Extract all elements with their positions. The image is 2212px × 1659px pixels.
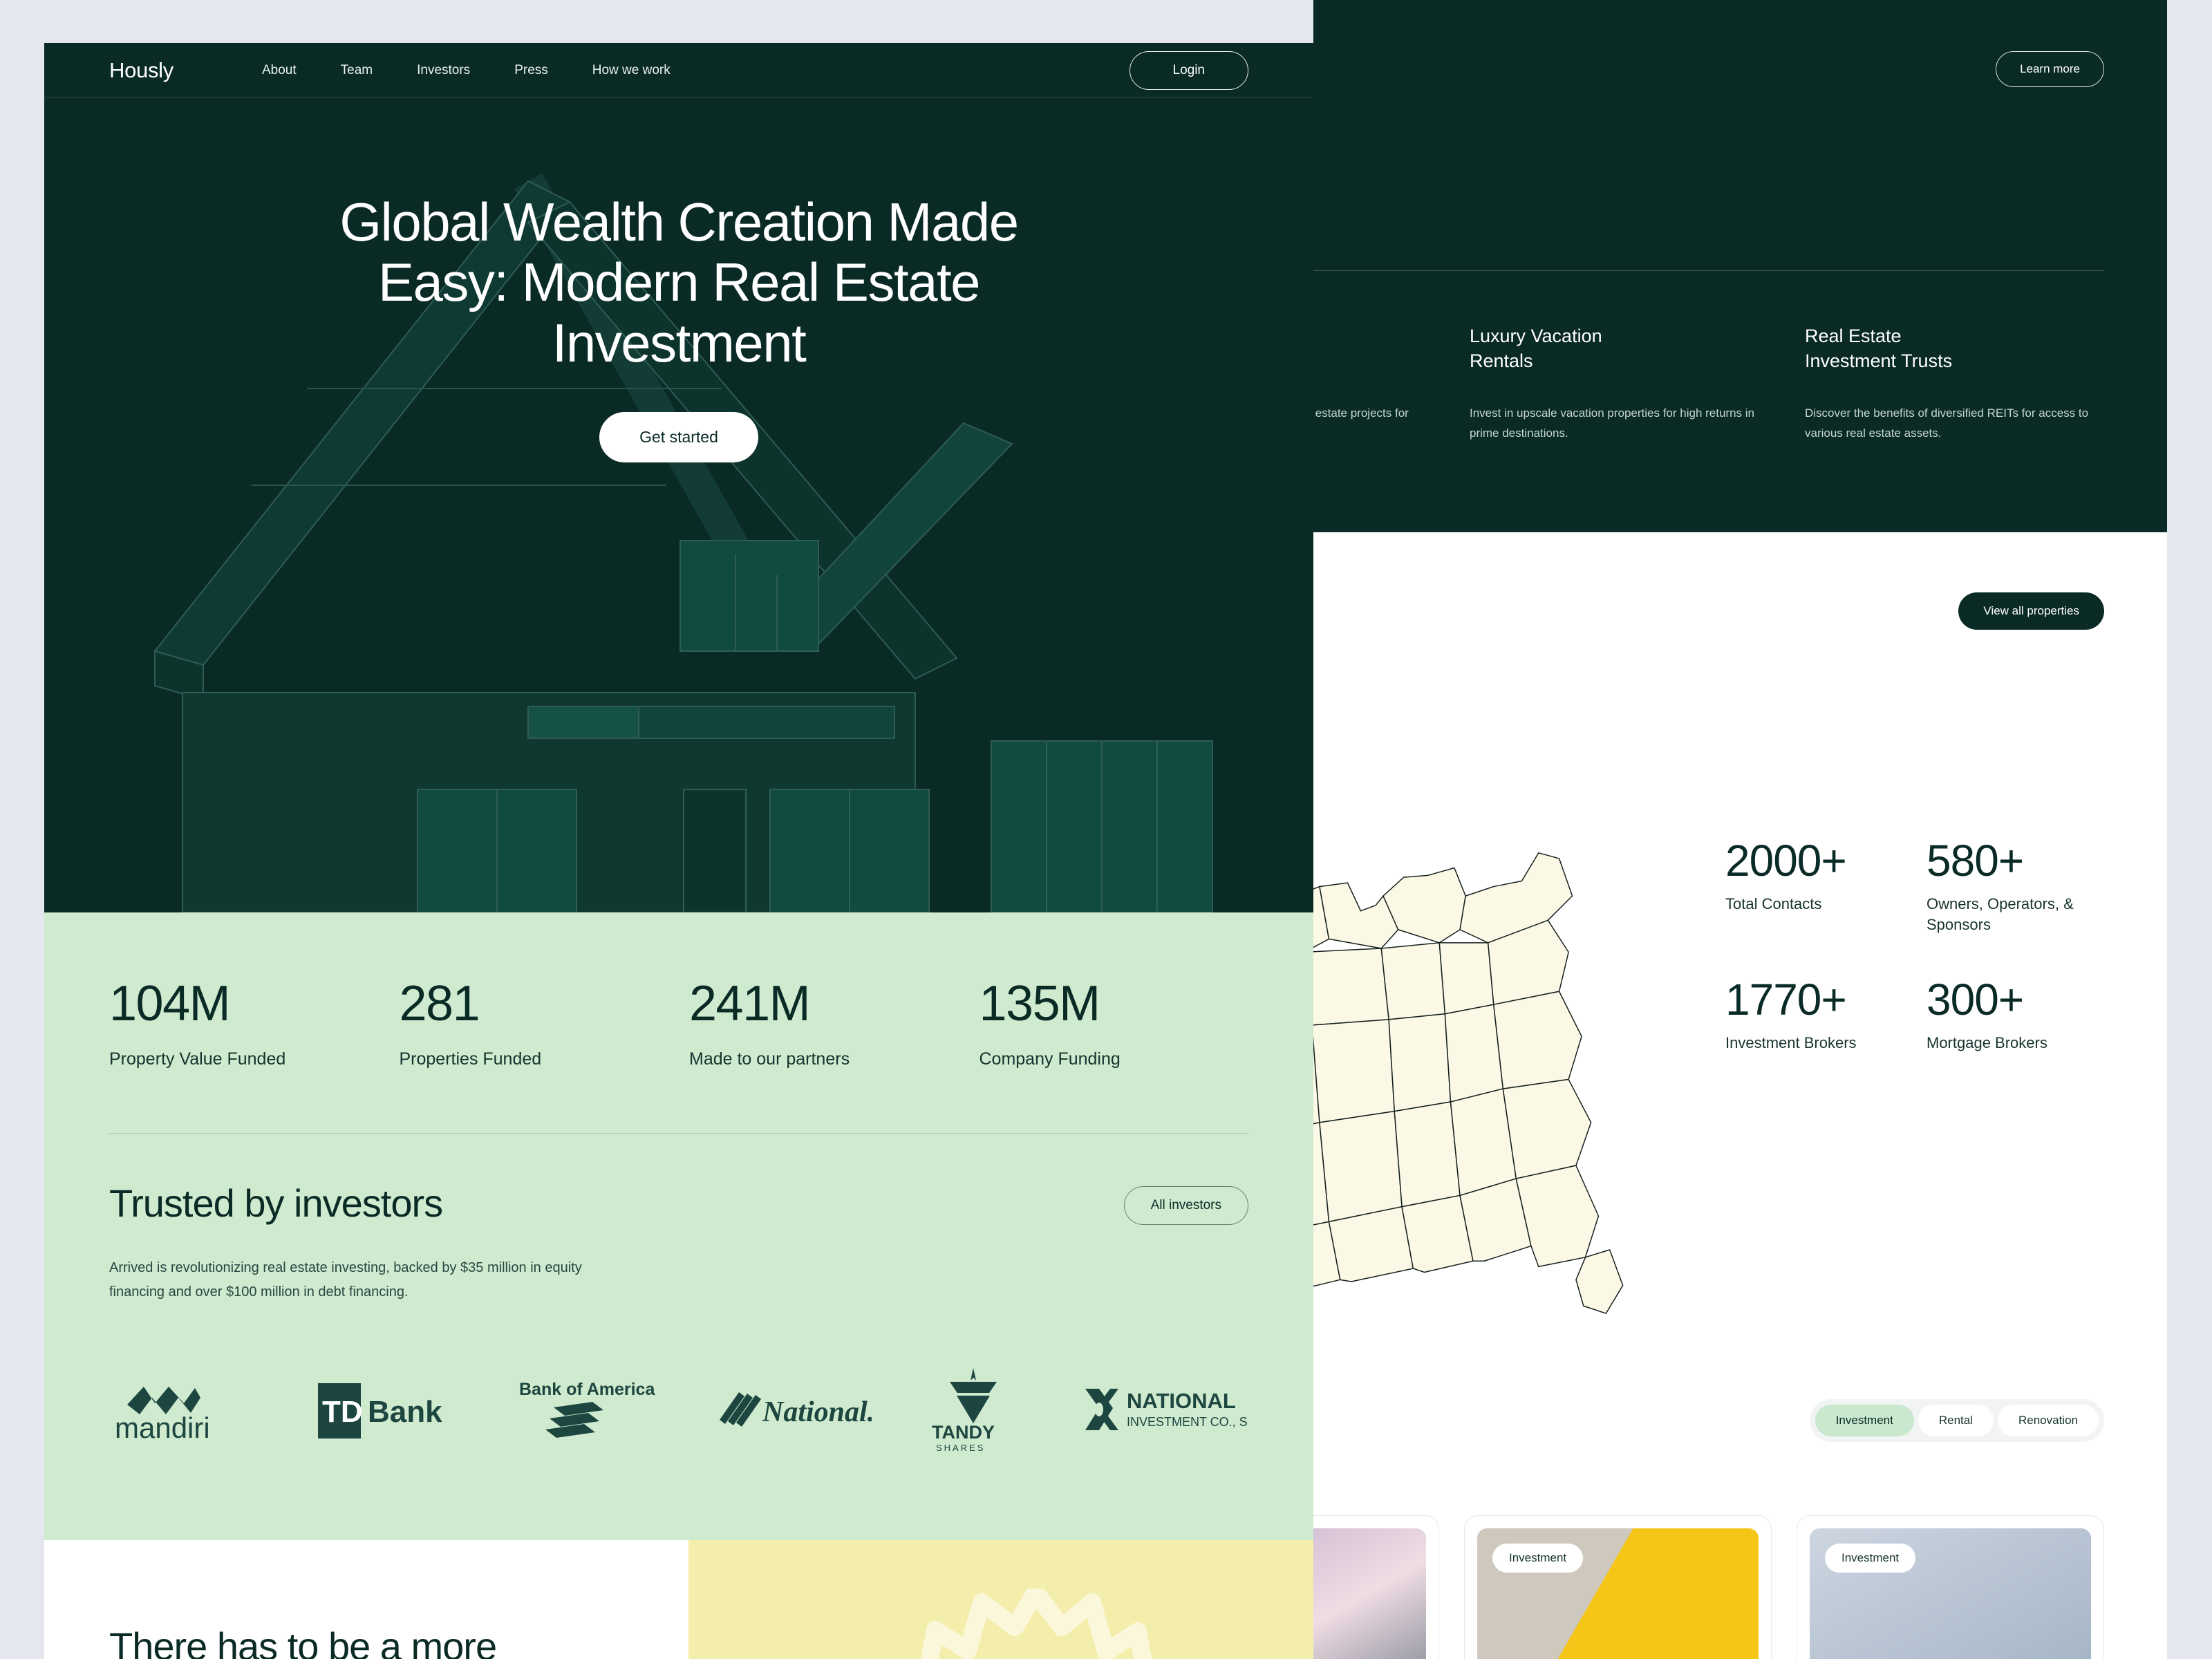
offer-card-body: Explore exclusive commercial real estate… xyxy=(1313,406,1409,420)
logo-national: National. xyxy=(715,1382,874,1441)
insights-section: ead with Valuable ent Insights Investmen… xyxy=(1313,1335,2167,1659)
trusted-description: Arrived is revolutionizing real estate i… xyxy=(109,1260,582,1300)
left-panel-window: Hously About Team Investors Press How we… xyxy=(44,43,1313,1659)
nav-item-about[interactable]: About xyxy=(262,63,297,78)
top-navigation-bar: Hously About Team Investors Press How we… xyxy=(44,43,1313,98)
bottom-left-block: There has to be a more xyxy=(44,1540,688,1659)
tab-investment[interactable]: Investment xyxy=(1815,1405,1914,1437)
nav-item-how-we-work[interactable]: How we work xyxy=(592,63,671,78)
stats-grid: 104M Property Value Funded 281 Propertie… xyxy=(109,979,1248,1069)
svg-text:Bank: Bank xyxy=(368,1395,442,1429)
stat-value: 580+ xyxy=(1927,835,2024,885)
stat-value: 281 xyxy=(399,976,480,1031)
stat-item: 2000+ Total Contacts xyxy=(1725,838,1903,935)
stat-item: 281 Properties Funded xyxy=(400,979,669,1069)
stat-value: 241M xyxy=(689,976,811,1031)
svg-text:Bank of America: Bank of America xyxy=(519,1380,655,1399)
article-card-list: Investment Top 5 Emerging Investment Unv… xyxy=(1313,1515,2104,1659)
offer-card-body: Discover the benefits of diversified REI… xyxy=(1805,406,2089,440)
bottom-section: There has to be a more xyxy=(44,1540,1313,1659)
right-panel-window: edition ent prospects. Learn more ent op… xyxy=(1313,0,2167,1659)
trusted-title: Trusted by investors xyxy=(109,1181,443,1225)
article-thumbnail: Investment xyxy=(1313,1528,1426,1659)
stat-label: Owners, Operators, & Sponsors xyxy=(1927,894,2074,933)
get-started-button[interactable]: Get started xyxy=(599,412,758,463)
svg-text:TANDY: TANDY xyxy=(932,1422,995,1443)
stat-label: Property Value Funded xyxy=(109,1049,286,1069)
svg-text:National.: National. xyxy=(762,1396,872,1428)
divider xyxy=(1313,270,2104,271)
nav-links: About Team Investors Press How we work xyxy=(262,63,671,78)
offer-card-title2: Investment Trusts xyxy=(1805,350,1953,372)
article-card[interactable]: Investment Unveiling the Top 5 Emerging xyxy=(1797,1515,2104,1659)
svg-text:TD: TD xyxy=(322,1395,363,1429)
offer-card[interactable]: Commercial Real Estate Development Explo… xyxy=(1313,324,1434,444)
stat-item: 241M Made to our partners xyxy=(689,979,959,1069)
article-badge: Investment xyxy=(1825,1544,1916,1573)
hero-heading: Global Wealth Creation Made Easy: Modern… xyxy=(339,191,1019,373)
stat-value: 104M xyxy=(109,976,231,1031)
stat-item: 135M Company Funding xyxy=(980,979,1249,1069)
stat-item: 300+ Mortgage Brokers xyxy=(1927,977,2104,1053)
bottom-heading: There has to be a more xyxy=(109,1624,497,1659)
learn-more-button[interactable]: Learn more xyxy=(1996,51,2104,87)
article-thumbnail: Investment xyxy=(1810,1528,2091,1659)
stat-label: Properties Funded xyxy=(399,1049,542,1069)
hero-section: Global Wealth Creation Made Easy: Modern… xyxy=(44,98,1313,912)
stat-label: Investment Brokers xyxy=(1725,1034,1857,1052)
tab-renovation[interactable]: Renovation xyxy=(1997,1405,2099,1437)
sunburst-icon xyxy=(920,1588,1152,1659)
stat-label: Company Funding xyxy=(979,1049,1121,1069)
right-dark-section: edition ent prospects. Learn more ent op… xyxy=(1313,0,2167,532)
stat-label: Total Contacts xyxy=(1725,894,1822,912)
stats-band: 104M Property Value Funded 281 Propertie… xyxy=(44,912,1313,1134)
stat-label: Mortgage Brokers xyxy=(1927,1034,2047,1052)
offer-card[interactable]: Real Estate Investment Trusts Discover t… xyxy=(1805,324,2104,444)
all-investors-button[interactable]: All investors xyxy=(1123,1186,1248,1225)
stat-label: Made to our partners xyxy=(689,1049,850,1069)
tab-rental[interactable]: Rental xyxy=(1918,1405,1994,1437)
trusted-by-investors-section: Trusted by investors All investors Arriv… xyxy=(44,1134,1313,1540)
svg-text:NATIONAL: NATIONAL xyxy=(1127,1389,1236,1413)
login-button[interactable]: Login xyxy=(1129,51,1248,90)
offer-card-title: Real Estate xyxy=(1805,325,1902,346)
logo-national-investment-co: NATIONAL INVESTMENT CO., S.A. xyxy=(1076,1380,1263,1443)
offer-cards: me Commercial Real Estate Development Ex… xyxy=(1313,324,2104,444)
view-all-properties-button[interactable]: View all properties xyxy=(1958,592,2104,630)
bottom-right-block xyxy=(688,1540,1313,1659)
investor-logo-row: mandiri TD Bank Bank of America National… xyxy=(109,1304,1263,1540)
stat-value: 1770+ xyxy=(1725,975,1847,1025)
stat-item: 580+ Owners, Operators, & Sponsors xyxy=(1927,838,2104,935)
svg-text:mandiri: mandiri xyxy=(115,1412,210,1443)
article-card[interactable]: Investment Unveiling the Top 5 Emerging xyxy=(1464,1515,1772,1659)
map-stats-grid: 2000+ Total Contacts 580+ Owners, Operat… xyxy=(1725,756,2104,1053)
brand-logo[interactable]: Hously xyxy=(109,58,174,83)
svg-text:SHARES: SHARES xyxy=(936,1443,985,1453)
article-card[interactable]: Investment Unveiling the Top 5 Emerging xyxy=(1313,1515,1439,1659)
stat-item: 104M Property Value Funded xyxy=(109,979,379,1069)
map-section: tify properties throughout on that exhib… xyxy=(1313,532,2167,1336)
nav-item-team[interactable]: Team xyxy=(341,63,373,78)
offer-card-title: Luxury Vacation xyxy=(1470,325,1602,346)
logo-mandiri: mandiri xyxy=(109,1377,268,1447)
stat-item: 1770+ Investment Brokers xyxy=(1725,977,1903,1053)
nav-item-press[interactable]: Press xyxy=(514,63,548,78)
stat-value: 2000+ xyxy=(1725,835,1847,885)
offer-card[interactable]: Luxury Vacation Rentals Invest in upscal… xyxy=(1470,324,1769,444)
us-states-map xyxy=(1313,756,1698,1336)
stat-value: 135M xyxy=(979,976,1101,1031)
logo-td-bank: TD Bank xyxy=(315,1379,470,1445)
svg-text:INVESTMENT CO., S.A.: INVESTMENT CO., S.A. xyxy=(1127,1415,1248,1429)
stat-value: 300+ xyxy=(1927,975,2024,1025)
offer-card-title2: Rentals xyxy=(1470,350,1533,372)
offer-card-body: Invest in upscale vacation properties fo… xyxy=(1470,406,1755,440)
article-thumbnail: Investment xyxy=(1477,1528,1759,1659)
logo-bank-of-america: Bank of America xyxy=(516,1376,668,1448)
article-badge: Investment xyxy=(1492,1544,1584,1573)
logo-tandy-shares: TANDY SHARES xyxy=(918,1367,1029,1457)
insights-tab-group: Investment Rental Renovation xyxy=(1809,1399,2104,1443)
nav-item-investors[interactable]: Investors xyxy=(417,63,470,78)
